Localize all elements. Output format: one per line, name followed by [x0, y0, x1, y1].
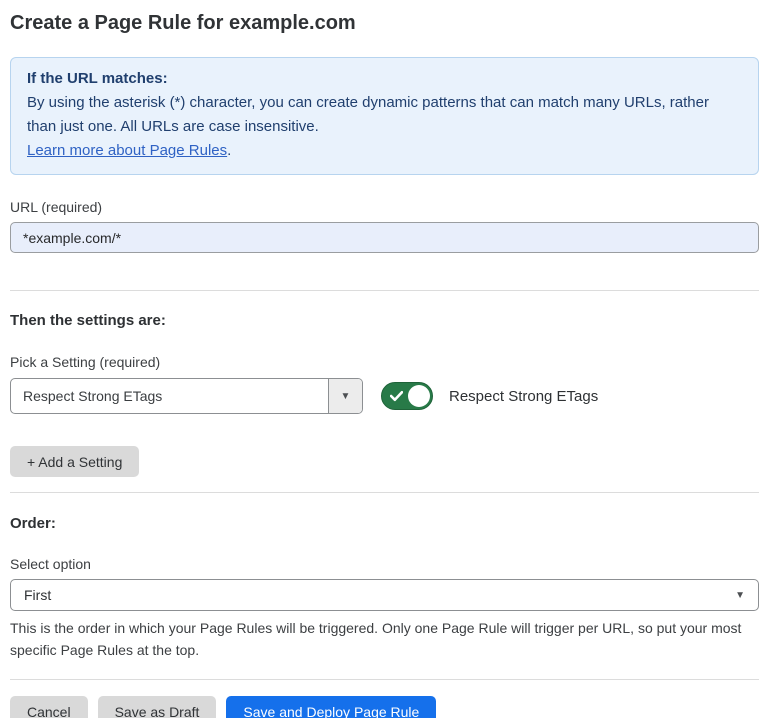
order-help-text: This is the order in which your Page Rul…	[10, 617, 750, 661]
order-dropdown-value: First	[24, 587, 51, 603]
chevron-down-icon: ▼	[735, 590, 745, 601]
order-dropdown[interactable]: First ▼	[10, 579, 759, 611]
toggle-knob	[408, 385, 430, 407]
order-section-heading: Order:	[10, 514, 759, 534]
link-suffix: .	[227, 142, 231, 159]
setting-toggle[interactable]	[381, 382, 433, 410]
divider	[10, 290, 759, 291]
order-select-label: Select option	[10, 555, 759, 573]
add-setting-button[interactable]: + Add a Setting	[10, 446, 139, 477]
setting-dropdown-value: Respect Strong ETags	[11, 379, 328, 413]
setting-toggle-label: Respect Strong ETags	[449, 388, 598, 405]
create-page-rule-form: Create a Page Rule for example.com If th…	[0, 10, 769, 718]
info-box-body: By using the asterisk (*) character, you…	[27, 91, 742, 139]
chevron-down-icon[interactable]: ▼	[328, 379, 362, 413]
cancel-button[interactable]: Cancel	[10, 696, 88, 718]
save-draft-button[interactable]: Save as Draft	[98, 696, 217, 718]
setting-picker-label: Pick a Setting (required)	[10, 353, 759, 371]
save-deploy-button[interactable]: Save and Deploy Page Rule	[226, 696, 436, 718]
url-input[interactable]	[10, 222, 759, 253]
learn-more-link[interactable]: Learn more about Page Rules	[27, 142, 227, 159]
info-box-heading: If the URL matches:	[27, 67, 742, 91]
url-match-info-box: If the URL matches: By using the asteris…	[10, 57, 759, 175]
settings-section-heading: Then the settings are:	[10, 311, 759, 331]
setting-row: Respect Strong ETags ▼ Respect Strong ET…	[10, 378, 759, 414]
info-box-link-line: Learn more about Page Rules.	[27, 139, 742, 163]
divider	[10, 492, 759, 493]
setting-dropdown[interactable]: Respect Strong ETags ▼	[10, 378, 363, 414]
divider	[10, 679, 759, 680]
footer-actions: Cancel Save as Draft Save and Deploy Pag…	[10, 696, 759, 718]
url-field-label: URL (required)	[10, 198, 759, 216]
check-icon	[390, 391, 403, 402]
page-title: Create a Page Rule for example.com	[10, 10, 759, 36]
